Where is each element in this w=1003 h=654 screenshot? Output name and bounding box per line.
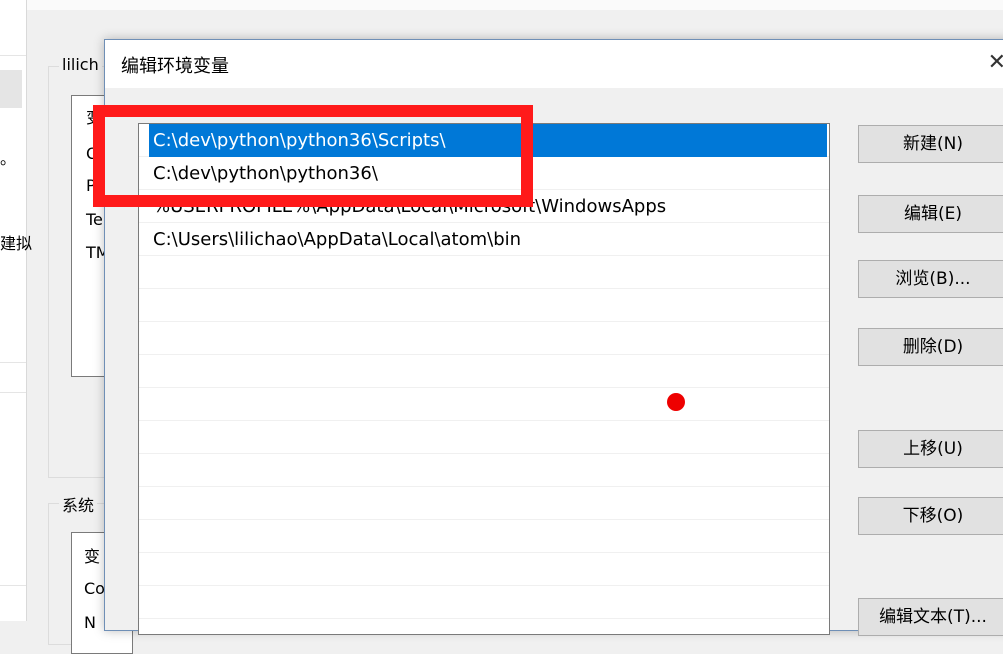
list-item[interactable]: Co <box>84 579 105 598</box>
path-list-row[interactable] <box>139 388 829 421</box>
path-list-row[interactable] <box>139 454 829 487</box>
background-left-divider <box>0 55 26 56</box>
red-highlight-box <box>93 105 533 207</box>
path-list-row[interactable] <box>139 322 829 355</box>
delete-button[interactable]: 删除(D) <box>858 328 1003 366</box>
path-list-row[interactable] <box>139 355 829 388</box>
list-item[interactable]: Te <box>86 210 103 229</box>
edit-button[interactable]: 编辑(E) <box>858 195 1003 233</box>
close-icon[interactable]: ✕ <box>988 50 1003 75</box>
red-cursor-dot <box>667 393 685 411</box>
move-up-button[interactable]: 上移(U) <box>858 430 1003 468</box>
background-left-divider <box>0 362 26 363</box>
path-list-row[interactable] <box>139 421 829 454</box>
edit-text-button[interactable]: 编辑文本(T)... <box>858 598 1003 636</box>
browse-button[interactable]: 浏览(B)... <box>858 260 1003 298</box>
path-list-row[interactable] <box>139 520 829 553</box>
new-button[interactable]: 新建(N) <box>858 125 1003 163</box>
path-list-row[interactable]: C:\Users\lilichao\AppData\Local\atom\bin <box>139 223 829 256</box>
dialog-titlebar[interactable]: 编辑环境变量 ✕ <box>105 40 1003 88</box>
background-left-text: 。 <box>0 149 17 168</box>
path-list-row[interactable] <box>139 256 829 289</box>
path-list-row[interactable] <box>139 289 829 322</box>
list-item[interactable]: 变 <box>84 543 100 567</box>
background-topbar <box>26 0 1003 10</box>
background-left-selected-row[interactable] <box>0 70 22 108</box>
path-list-row[interactable] <box>139 487 829 520</box>
path-list-row[interactable] <box>139 619 829 634</box>
dialog-title: 编辑环境变量 <box>121 56 229 77</box>
background-left-text: 建拟 <box>0 234 33 253</box>
system-variables-group-title: 系统 <box>59 492 98 516</box>
path-list-row[interactable] <box>139 553 829 586</box>
background-left-pane: 。 建拟 <box>0 0 32 621</box>
path-list-row[interactable] <box>139 586 829 619</box>
move-down-button[interactable]: 下移(O) <box>858 497 1003 535</box>
background-left-divider <box>0 392 26 393</box>
background-left-divider <box>0 585 26 586</box>
path-list-item-text: C:\Users\lilichao\AppData\Local\atom\bin <box>153 229 522 250</box>
user-variables-group-title: lilich <box>59 55 102 74</box>
list-item[interactable]: N <box>84 613 96 632</box>
